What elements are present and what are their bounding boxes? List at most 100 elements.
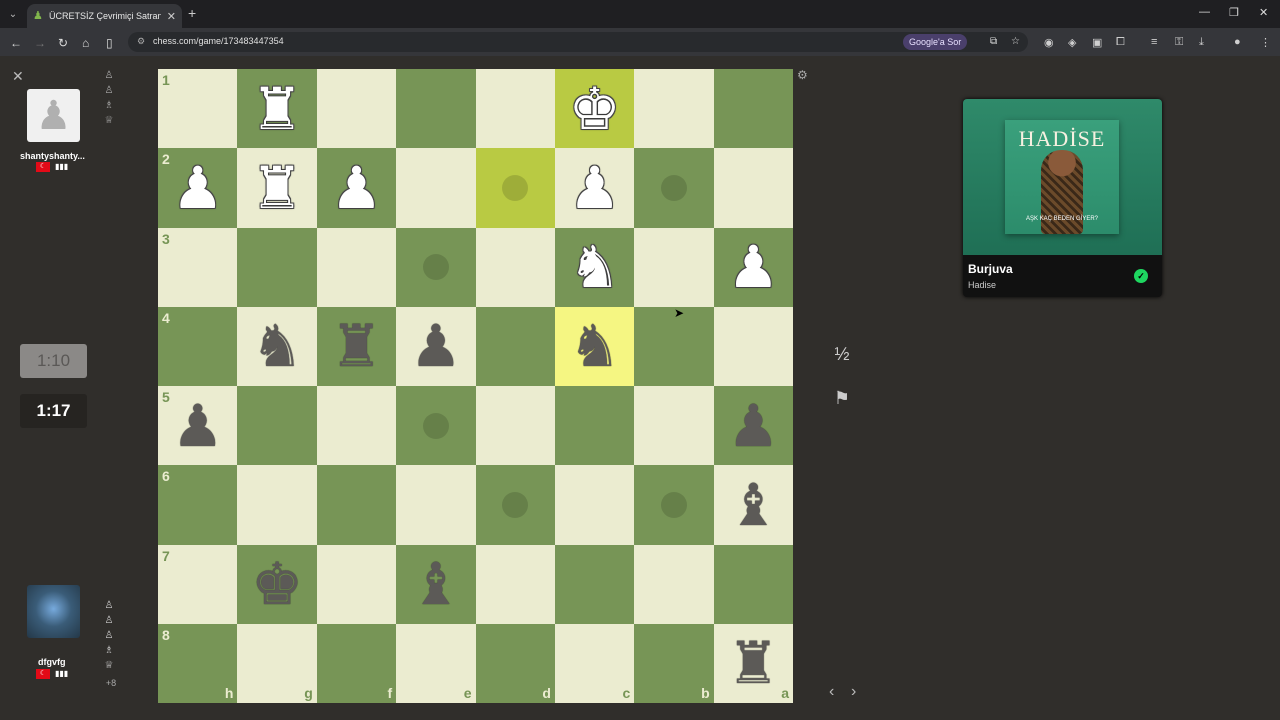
black-pawn-icon[interactable]: ♟ xyxy=(727,397,779,455)
square-h8[interactable]: 8h xyxy=(158,623,238,703)
square-c2[interactable]: ♟ xyxy=(554,148,635,228)
music-widget[interactable]: HADİSE AŞK KAÇ BEDEN GİYER? Burjuva Hadi… xyxy=(963,99,1162,297)
close-panel-icon[interactable]: ✕ xyxy=(12,68,24,85)
square-f1[interactable] xyxy=(316,69,397,149)
square-e3[interactable] xyxy=(396,227,476,307)
new-tab-icon[interactable]: + xyxy=(188,5,196,21)
square-e1[interactable] xyxy=(396,69,476,149)
saved-check-icon[interactable]: ✓ xyxy=(1134,269,1148,283)
square-f2[interactable]: ♟ xyxy=(316,148,397,228)
white-rook-icon[interactable]: ♜ xyxy=(251,80,303,138)
square-h1[interactable]: 1 xyxy=(158,69,238,149)
google-sor-button[interactable]: Google'a Sor xyxy=(903,34,968,50)
square-a8[interactable]: ♜ a xyxy=(713,623,793,703)
square-d2[interactable] xyxy=(475,148,555,228)
square-c8[interactable]: c xyxy=(554,623,635,703)
black-knight-icon[interactable]: ♞ xyxy=(251,317,303,375)
square-h5[interactable]: ♟ 5 xyxy=(158,386,238,466)
square-g4[interactable]: ♞ xyxy=(237,306,317,386)
install-icon[interactable]: ⧉ xyxy=(990,36,997,47)
square-a7[interactable] xyxy=(713,544,793,624)
tab-groups-icon[interactable]: ≡ xyxy=(1151,36,1157,48)
square-e7[interactable]: ♝ xyxy=(396,544,476,624)
square-d6[interactable] xyxy=(475,465,555,545)
move-hint-dot[interactable] xyxy=(660,174,687,201)
square-c7[interactable] xyxy=(554,544,635,624)
resign-flag-icon[interactable]: ⚑ xyxy=(825,381,859,415)
square-f7[interactable] xyxy=(316,544,397,624)
square-h4[interactable]: 4 xyxy=(158,306,238,386)
white-pawn-icon[interactable]: ♟ xyxy=(330,159,382,217)
move-hint-dot[interactable] xyxy=(660,491,687,518)
square-c3[interactable]: ♞ xyxy=(554,227,635,307)
bookmark-star-icon[interactable]: ☆ xyxy=(1011,36,1020,47)
square-f5[interactable] xyxy=(316,386,397,466)
download-icon[interactable]: ⤓ xyxy=(1199,36,1204,49)
square-e2[interactable] xyxy=(396,148,476,228)
browser-tab[interactable]: ♟ ÜCRETSİZ Çevrimiçi Satranç Oy ✕ xyxy=(27,4,182,28)
square-g5[interactable] xyxy=(237,386,317,466)
move-hint-dot[interactable] xyxy=(502,491,529,518)
black-bishop-icon[interactable]: ♝ xyxy=(727,476,779,534)
square-b2[interactable] xyxy=(634,148,714,228)
restore-icon[interactable]: ❐ xyxy=(1229,6,1239,19)
bottom-player-avatar[interactable] xyxy=(27,585,80,638)
extension-icon[interactable]: ◉ xyxy=(1044,36,1054,49)
extension-icon[interactable]: ◈ xyxy=(1068,36,1076,49)
extensions-puzzle-icon[interactable]: ⧠ xyxy=(1116,36,1125,49)
square-a2[interactable] xyxy=(713,148,793,228)
square-c1[interactable]: ♚ xyxy=(554,69,635,149)
square-g7[interactable]: ♚ xyxy=(237,544,317,624)
square-e4[interactable]: ♟ xyxy=(396,306,476,386)
square-d1[interactable] xyxy=(475,69,555,149)
top-player-name[interactable]: shantyshanty... xyxy=(20,151,85,161)
black-bishop-icon[interactable]: ♝ xyxy=(410,555,462,613)
square-c6[interactable] xyxy=(554,465,635,545)
square-h7[interactable]: 7 xyxy=(158,544,238,624)
square-b6[interactable] xyxy=(634,465,714,545)
square-e6[interactable] xyxy=(396,465,476,545)
square-f8[interactable]: f xyxy=(316,623,397,703)
square-e5[interactable] xyxy=(396,386,476,466)
square-b1[interactable] xyxy=(634,69,714,149)
menu-kebab-icon[interactable]: ⋮ xyxy=(1260,36,1271,49)
square-g6[interactable] xyxy=(237,465,317,545)
square-h6[interactable]: 6 xyxy=(158,465,238,545)
white-rook-icon[interactable]: ♜ xyxy=(251,159,303,217)
reload-icon[interactable]: ↻ xyxy=(58,36,68,50)
top-player-avatar[interactable]: ♟ xyxy=(27,89,80,142)
black-pawn-icon[interactable]: ♟ xyxy=(172,397,224,455)
square-d4[interactable] xyxy=(475,306,555,386)
square-d5[interactable] xyxy=(475,386,555,466)
extension-icon[interactable]: ▣ xyxy=(1092,36,1102,49)
square-a4[interactable] xyxy=(713,306,793,386)
window-close-icon[interactable]: ✕ xyxy=(1259,6,1268,19)
square-a5[interactable]: ♟ xyxy=(713,386,793,466)
square-d7[interactable] xyxy=(475,544,555,624)
square-a6[interactable]: ♝ xyxy=(713,465,793,545)
square-b3[interactable] xyxy=(634,227,714,307)
square-c4[interactable]: ♞ xyxy=(554,306,635,386)
move-hint-dot[interactable] xyxy=(502,174,529,201)
square-a1[interactable] xyxy=(713,69,793,149)
square-b5[interactable] xyxy=(634,386,714,466)
chess-board[interactable]: 1 ♜ ♚ ♟ 2 ♜ ♟ ♟ 3 ♞ ♟ 4 ♞ ♜ ♟ ♞ ♟ 5 ♟ 6 ♝ 7 ♚ ♝ 8 h g f e d c b ♜ a xyxy=(158,69,793,703)
white-knight-icon[interactable]: ♞ xyxy=(569,238,621,296)
square-h2[interactable]: ♟ 2 xyxy=(158,148,238,228)
black-king-icon[interactable]: ♚ xyxy=(251,555,303,613)
square-f6[interactable] xyxy=(316,465,397,545)
bottom-player-name[interactable]: dfgvfg xyxy=(38,657,66,667)
square-e8[interactable]: e xyxy=(396,623,476,703)
site-info-icon[interactable]: ⚙ xyxy=(137,36,145,47)
white-king-icon[interactable]: ♚ xyxy=(569,80,621,138)
square-b7[interactable] xyxy=(634,544,714,624)
black-rook-icon[interactable]: ♜ xyxy=(727,634,779,692)
tab-search-icon[interactable]: ⌄ xyxy=(0,0,26,28)
address-bar[interactable]: ⚙ chess.com/game/173483447354 Google'a S… xyxy=(128,32,1028,52)
square-f4[interactable]: ♜ xyxy=(316,306,397,386)
square-g2[interactable]: ♜ xyxy=(237,148,317,228)
square-h3[interactable]: 3 xyxy=(158,227,238,307)
home-icon[interactable]: ⌂ xyxy=(82,36,89,50)
white-pawn-icon[interactable]: ♟ xyxy=(172,159,224,217)
square-g8[interactable]: g xyxy=(237,623,317,703)
